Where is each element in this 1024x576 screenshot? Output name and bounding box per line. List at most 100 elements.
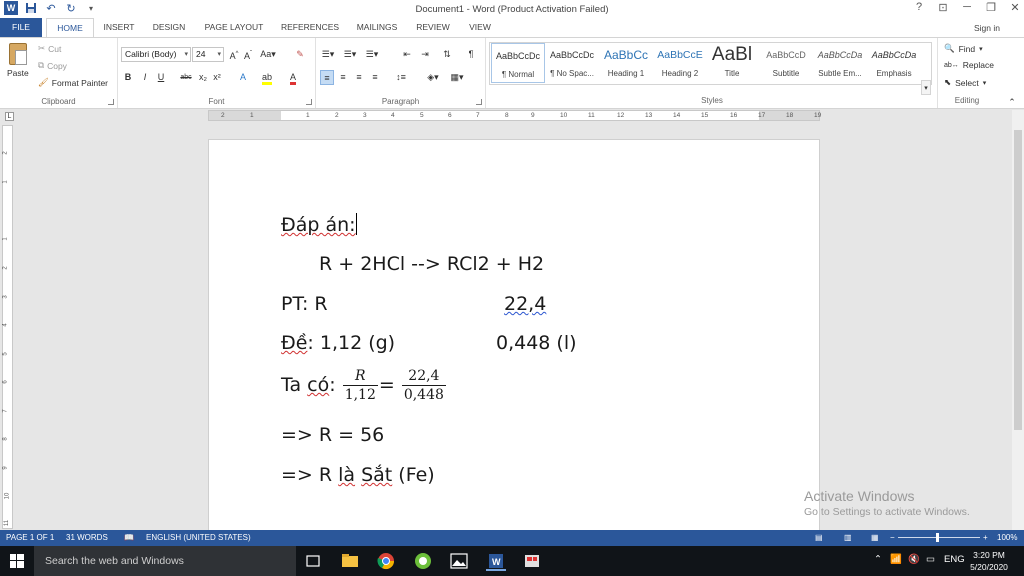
font-size-select[interactable]: 24 xyxy=(192,47,224,62)
style-subtitle[interactable]: AaBbCcD Subtitle xyxy=(759,43,813,83)
snipping-tool-icon[interactable] xyxy=(522,551,542,571)
proofing-icon[interactable]: 📖 xyxy=(124,533,134,542)
doc-line-ta-co[interactable]: Ta có: R 1,12 = 22,4 0,448 xyxy=(281,368,447,403)
font-color-icon[interactable]: A xyxy=(286,70,300,85)
read-mode-icon[interactable]: ▤ xyxy=(815,533,823,542)
paste-icon[interactable] xyxy=(9,43,27,65)
minimize-button[interactable]: ─ xyxy=(962,1,972,14)
word-taskbar-icon[interactable]: W xyxy=(486,551,506,571)
find-button[interactable]: 🔍 Find ▾ xyxy=(944,43,983,54)
style-no-spacing[interactable]: AaBbCcDc ¶ No Spac... xyxy=(545,43,599,83)
zoom-slider[interactable] xyxy=(898,537,980,538)
greenshot-icon[interactable] xyxy=(413,551,433,571)
doc-line-result[interactable]: => R = 56 xyxy=(281,424,384,446)
replace-button[interactable]: ab↔ Replace xyxy=(944,60,994,70)
style-heading-1[interactable]: AaBbCc Heading 1 xyxy=(599,43,653,83)
show-formatting-icon[interactable]: ¶ xyxy=(464,47,478,62)
chrome-icon[interactable] xyxy=(376,551,396,571)
tab-file[interactable]: FILE xyxy=(0,18,42,37)
sign-in-link[interactable]: Sign in xyxy=(974,23,1000,33)
doc-line-pt-value[interactable]: 22,4 xyxy=(504,293,546,315)
shrink-font-icon[interactable]: Aˇ xyxy=(242,47,254,62)
notification-icon[interactable]: ▭ xyxy=(926,554,935,565)
collapse-ribbon-icon[interactable]: ⌃ xyxy=(1006,95,1018,110)
grow-font-icon[interactable]: A^ xyxy=(228,47,240,62)
tab-home[interactable]: HOME xyxy=(46,18,94,38)
select-button[interactable]: ⬉ Select ▾ xyxy=(944,77,986,88)
style-heading-2[interactable]: AaBbCcE Heading 2 xyxy=(653,43,707,83)
file-explorer-icon[interactable] xyxy=(340,551,360,571)
align-left-icon[interactable]: ≡ xyxy=(320,70,334,85)
tab-view[interactable]: VIEW xyxy=(462,18,498,37)
paste-button-label[interactable]: Paste xyxy=(7,68,29,78)
increase-indent-icon[interactable]: ⇥ xyxy=(418,47,432,62)
page-count[interactable]: PAGE 1 OF 1 xyxy=(6,533,54,542)
style-subtle-emphasis[interactable]: AaBbCcDa Subtle Em... xyxy=(813,43,867,83)
align-right-icon[interactable]: ≡ xyxy=(352,70,366,85)
italic-icon[interactable]: I xyxy=(140,70,150,85)
show-hidden-icons[interactable]: ⌃ xyxy=(874,554,882,565)
tab-page-layout[interactable]: PAGE LAYOUT xyxy=(198,18,270,37)
tab-review[interactable]: REVIEW xyxy=(411,18,455,37)
decrease-indent-icon[interactable]: ⇤ xyxy=(400,47,414,62)
underline-icon[interactable]: U xyxy=(156,70,166,85)
doc-line-de-volume[interactable]: 0,448 (l) xyxy=(496,332,577,354)
zoom-slider-thumb[interactable] xyxy=(936,533,939,542)
styles-more-icon[interactable]: ▾ xyxy=(921,80,931,95)
doc-line-de[interactable]: Đề: 1,12 (g) xyxy=(281,332,395,354)
zoom-in-button[interactable]: + xyxy=(983,533,988,542)
taskbar-search-input[interactable]: Search the web and Windows xyxy=(34,546,296,576)
multilevel-list-icon[interactable]: ☰▾ xyxy=(364,47,380,62)
cut-button[interactable]: ✂ Cut xyxy=(38,43,61,54)
doc-line-answer[interactable]: Đáp án: xyxy=(281,213,357,236)
wifi-icon[interactable]: 📶 xyxy=(890,554,902,565)
clear-formatting-icon[interactable]: ✎ xyxy=(294,47,306,62)
word-count[interactable]: 31 WORDS xyxy=(66,533,108,542)
subscript-icon[interactable]: x₂ xyxy=(198,70,208,85)
format-painter-button[interactable]: 🖌 Format Painter xyxy=(38,77,108,88)
print-layout-icon[interactable]: ▥ xyxy=(844,533,852,542)
photos-icon[interactable] xyxy=(449,551,469,571)
doc-line-conclusion[interactable]: => R là Sắt (Fe) xyxy=(281,464,435,486)
tab-insert[interactable]: INSERT xyxy=(97,18,141,37)
horizontal-ruler[interactable]: 2 1 1 2 3 4 5 6 7 8 9 10 11 12 13 14 15 … xyxy=(208,110,821,121)
style-emphasis[interactable]: AaBbCcDa Emphasis xyxy=(867,43,921,83)
volume-icon[interactable]: 🔇 xyxy=(908,554,920,565)
vertical-ruler[interactable]: 2 1 1 2 3 4 5 6 7 8 9 10 11 xyxy=(2,125,13,529)
tab-design[interactable]: DESIGN xyxy=(145,18,193,37)
superscript-icon[interactable]: x² xyxy=(212,70,222,85)
zoom-level[interactable]: 100% xyxy=(997,533,1017,542)
font-launcher-icon[interactable] xyxy=(306,99,312,105)
line-spacing-icon[interactable]: ↕≡ xyxy=(392,70,410,85)
style-title[interactable]: AaBl Title xyxy=(705,43,759,83)
change-case-icon[interactable]: Aa▾ xyxy=(260,47,276,62)
tab-selector[interactable]: L xyxy=(5,112,14,121)
numbering-icon[interactable]: ☰▾ xyxy=(342,47,358,62)
ribbon-display-button[interactable]: ⊡ xyxy=(938,1,948,14)
align-center-icon[interactable]: ≡ xyxy=(336,70,350,85)
highlight-color-icon[interactable]: ab xyxy=(260,70,274,85)
web-layout-icon[interactable]: ▦ xyxy=(871,533,879,542)
doc-line-equation[interactable]: R + 2HCl --> RCl2 + H2 xyxy=(319,253,544,275)
bullets-icon[interactable]: ☰▾ xyxy=(320,47,336,62)
task-view-icon[interactable] xyxy=(303,551,323,571)
clipboard-launcher-icon[interactable] xyxy=(108,99,114,105)
bold-icon[interactable]: B xyxy=(123,70,133,85)
close-button[interactable]: ✕ xyxy=(1010,1,1020,14)
system-clock[interactable]: 3:20 PM 5/20/2020 xyxy=(960,549,1018,573)
text-effects-icon[interactable]: A xyxy=(236,70,250,85)
shading-icon[interactable]: ◈▾ xyxy=(424,70,442,85)
zoom-out-button[interactable]: − xyxy=(890,533,895,542)
document-page[interactable]: Đáp án: R + 2HCl --> RCl2 + H2 PT: R 22,… xyxy=(208,139,820,539)
tab-references[interactable]: REFERENCES xyxy=(277,18,343,37)
scrollbar-thumb[interactable] xyxy=(1014,130,1022,430)
paragraph-launcher-icon[interactable] xyxy=(476,99,482,105)
strikethrough-icon[interactable]: abc xyxy=(178,70,194,85)
doc-line-pt[interactable]: PT: R xyxy=(281,293,328,315)
start-button[interactable] xyxy=(0,546,34,576)
vertical-scrollbar[interactable] xyxy=(1012,110,1024,530)
copy-button[interactable]: ⧉ Copy xyxy=(38,60,67,71)
sort-icon[interactable]: ⇅ xyxy=(440,47,454,62)
font-name-select[interactable]: Calibri (Body) xyxy=(121,47,191,62)
justify-icon[interactable]: ≡ xyxy=(368,70,382,85)
